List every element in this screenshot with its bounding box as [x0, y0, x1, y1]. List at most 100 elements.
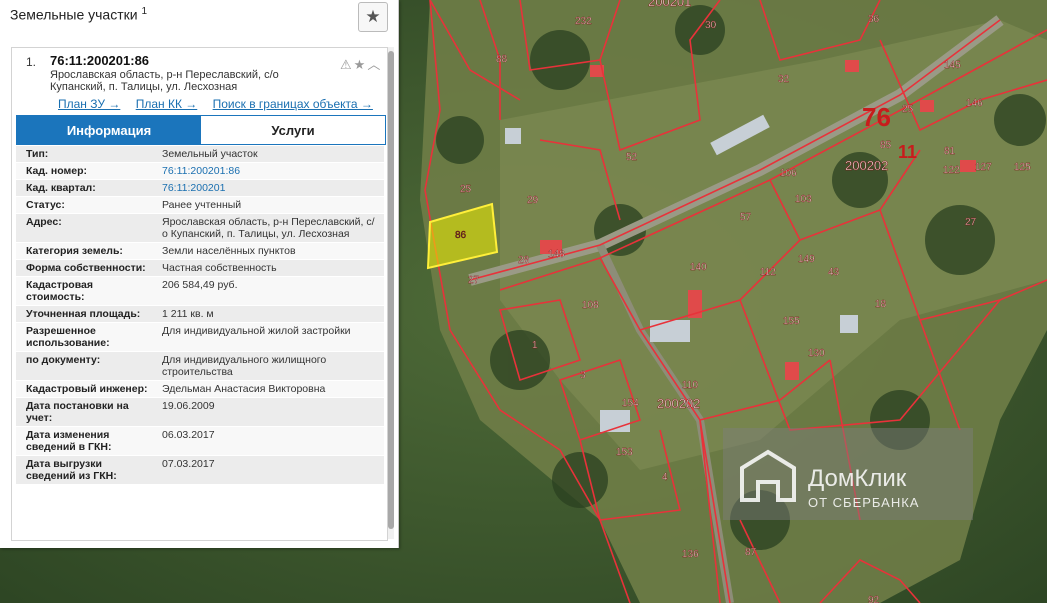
warning-icon[interactable]: ⚠	[340, 57, 354, 72]
svg-text:3: 3	[580, 370, 586, 381]
svg-text:81: 81	[944, 146, 956, 157]
row-value: 07.03.2017	[162, 458, 215, 470]
star-icon: ★	[365, 7, 381, 26]
info-row: Форма собственности: Частная собственност…	[16, 260, 384, 277]
svg-text:43: 43	[828, 267, 840, 278]
parcel-address: Ярославская область, р-н Переславский, с…	[50, 69, 279, 93]
row-label: Уточненная площадь:	[26, 308, 141, 320]
svg-text:112: 112	[760, 267, 776, 278]
svg-text:200202: 200202	[845, 158, 888, 173]
svg-text:28: 28	[518, 255, 530, 266]
svg-text:149: 149	[798, 254, 815, 265]
row-label: Кадастровая стоимость:	[26, 279, 93, 303]
svg-text:145: 145	[944, 60, 961, 71]
svg-text:29: 29	[527, 195, 539, 206]
info-row: Дата изменения сведений в ГКН: 06.03.2017	[16, 427, 384, 456]
svg-text:85: 85	[880, 140, 892, 151]
svg-text:92: 92	[868, 595, 880, 603]
row-label: Дата изменения сведений в ГКН:	[26, 429, 112, 453]
svg-text:146: 146	[966, 98, 983, 109]
row-label: Тип:	[26, 148, 49, 160]
favorite-button[interactable]: ★	[358, 2, 388, 32]
row-value-link[interactable]: 76:11:200201	[154, 180, 384, 196]
svg-text:25: 25	[902, 104, 914, 115]
tab-services[interactable]: Услуги	[201, 116, 385, 144]
info-row: Тип: Земельный участок	[16, 146, 384, 163]
tab-information[interactable]: Информация	[17, 116, 201, 144]
row-label: Статус:	[26, 199, 65, 211]
svg-text:106: 106	[780, 168, 797, 179]
svg-text:232: 232	[575, 16, 592, 27]
svg-text:ДомКлик: ДомКлик	[808, 465, 907, 492]
svg-text:86: 86	[455, 230, 467, 241]
svg-text:127: 127	[975, 162, 992, 173]
plan-kk-link[interactable]: План КК →	[136, 97, 198, 111]
row-label: Дата постановки на учет:	[26, 400, 129, 424]
row-label: по документу:	[26, 354, 101, 366]
row-value: Ранее учтенный	[162, 199, 242, 211]
info-row: Адрес: Ярославская область, р-н Переславс…	[16, 214, 384, 243]
row-value: Для индивидуальной жилой застройки	[162, 325, 351, 337]
info-row: Разрешенное использование: Для индивидуал…	[16, 323, 384, 352]
info-row: Категория земель: Земли населённых пункто…	[16, 243, 384, 260]
svg-text:18: 18	[875, 299, 887, 310]
svg-text:108: 108	[582, 300, 599, 311]
info-row: Кад. номер: 76:11:200201:86	[16, 163, 384, 180]
svg-text:27: 27	[468, 275, 480, 286]
panel-title: Земельные участки 1	[10, 6, 147, 23]
panel-title-count: 1	[141, 6, 148, 17]
svg-text:122: 122	[943, 165, 960, 176]
svg-text:200202: 200202	[657, 396, 700, 411]
row-value-link[interactable]: 76:11:200201:86	[154, 163, 384, 179]
row-value: 1 211 кв. м	[162, 308, 214, 320]
star-outline-icon[interactable]: ★	[354, 57, 368, 72]
info-table: Тип: Земельный участок Кад. номер: 76:11:2…	[16, 146, 384, 485]
svg-text:27: 27	[965, 217, 977, 228]
info-row: Статус: Ранее учтенный	[16, 197, 384, 214]
row-value: 206 584,49 руб.	[162, 279, 238, 291]
row-label: Категория земель:	[26, 245, 123, 257]
svg-text:76: 76	[862, 102, 891, 132]
svg-text:57: 57	[740, 212, 752, 223]
info-row: Кад. квартал: 76:11:200201	[16, 180, 384, 197]
search-in-bounds-link[interactable]: Поиск в границах объекта →	[213, 97, 373, 111]
item-index: 1.	[26, 55, 37, 69]
cadastral-number[interactable]: 76:11:200201:86	[50, 53, 149, 68]
svg-text:ОТ СБЕРБАНКА: ОТ СБЕРБАНКА	[808, 495, 919, 510]
row-label: Разрешенное использование:	[26, 325, 110, 349]
svg-text:130: 130	[808, 348, 825, 359]
scrollbar-thumb[interactable]	[388, 51, 394, 529]
panel-scrollbar[interactable]	[388, 47, 394, 539]
row-value: Ярославская область, р-н Переславский, с…	[162, 216, 375, 240]
row-value: Эдельман Анастасия Викторовна	[162, 383, 326, 395]
svg-text:36: 36	[868, 14, 880, 25]
svg-text:148: 148	[548, 249, 565, 260]
card-actions[interactable]: ⚠★︿	[340, 54, 382, 73]
row-label: Кад. номер:	[26, 165, 88, 177]
row-value: 06.03.2017	[162, 429, 215, 441]
plan-zu-link[interactable]: План ЗУ →	[58, 97, 120, 111]
svg-text:155: 155	[783, 316, 800, 327]
info-row: Уточненная площадь: 1 211 кв. м	[16, 306, 384, 323]
svg-text:11: 11	[898, 142, 917, 162]
info-row: Кадастровая стоимость: 206 584,49 руб.	[16, 277, 384, 306]
info-row: по документу: Для индивидуального жилищно…	[16, 352, 384, 381]
row-label: Кад. квартал:	[26, 182, 96, 194]
svg-text:25: 25	[460, 184, 472, 195]
land-parcels-panel: Земельные участки 1 ★ 1. 76:11:200201:86…	[0, 0, 399, 548]
svg-text:103: 103	[795, 194, 812, 205]
chevron-up-icon[interactable]: ︿	[367, 57, 382, 72]
row-value: Земельный участок	[162, 148, 258, 160]
row-label: Кадастровый инженер:	[26, 383, 148, 395]
info-tabs: Информация Услуги	[16, 115, 386, 145]
svg-text:1: 1	[532, 340, 538, 351]
row-value: Частная собственность	[162, 262, 277, 274]
row-label: Форма собственности:	[26, 262, 146, 274]
svg-text:136: 136	[682, 549, 699, 560]
svg-text:52: 52	[626, 152, 638, 163]
svg-text:32: 32	[778, 74, 790, 85]
info-row: Дата выгрузки сведений из ГКН: 07.03.2017	[16, 456, 384, 485]
info-row: Дата постановки на учет: 19.06.2009	[16, 398, 384, 427]
svg-text:125: 125	[1014, 162, 1031, 173]
row-value: 19.06.2009	[162, 400, 215, 412]
